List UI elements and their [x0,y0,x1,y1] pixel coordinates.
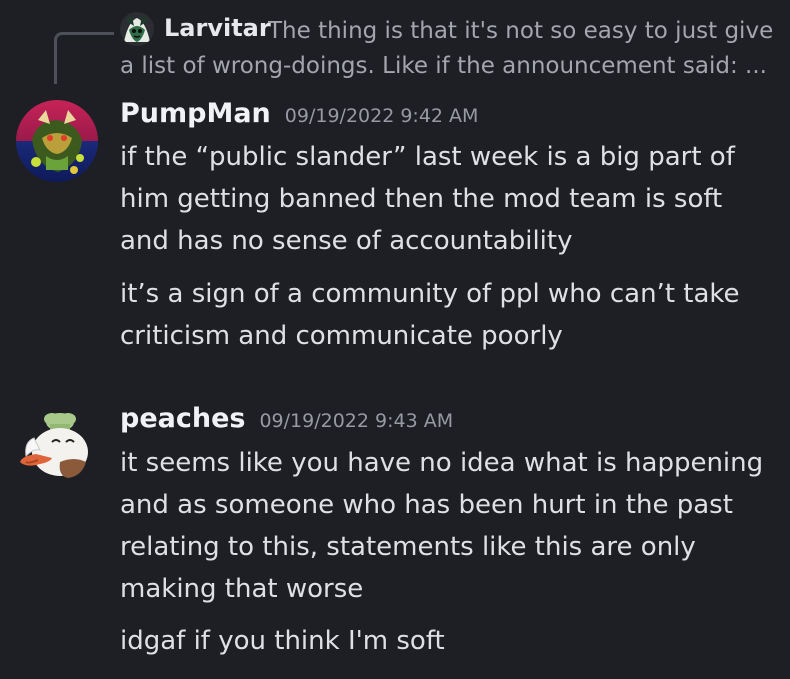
message-line: criticism and communicate poorly [120,321,563,351]
peaches-avatar[interactable] [16,404,98,486]
reply-text-line: The thing is that it's not so easy to ju… [268,18,774,44]
message-line: if the “public slander” last week is a b… [120,142,735,172]
message-line: and has no sense of accountability [120,226,573,256]
message-author-peaches[interactable]: peaches 09/19/2022 9:43 AM [120,403,453,434]
peaches-avatar-icon [16,404,98,486]
message-line: and as someone who has been hurt in the … [120,490,733,520]
message-body: it’s a sign of a community of ppl who ca… [120,273,785,357]
message-line: it seems like you have no idea what is h… [120,448,764,478]
message-body: it seems like you have no idea what is h… [120,442,785,610]
reply-text-line: a list of wrong-doings. Like if the anno… [120,53,767,79]
message-line: it’s a sign of a community of ppl who ca… [120,279,740,309]
pumpman-avatar-icon [16,100,98,182]
message-author-pumpman[interactable]: PumpMan 09/19/2022 9:42 AM [120,98,478,129]
author-name[interactable]: peaches [120,403,245,434]
message-line: making that worse [120,574,364,604]
message-line: him getting banned then the mod team is … [120,184,723,214]
message-body: if the “public slander” last week is a b… [120,136,785,262]
reply-spine [54,32,114,84]
message-timestamp[interactable]: 09/19/2022 9:42 AM [285,105,479,127]
message-line: relating to this, statements like this a… [120,532,696,562]
reply-preview-text[interactable]: The thing is that it's not so easy to ju… [120,14,785,84]
message-timestamp[interactable]: 09/19/2022 9:43 AM [259,410,453,432]
message-body: idgaf if you think I'm soft [120,620,785,662]
pumpman-avatar[interactable] [16,100,98,182]
author-name[interactable]: PumpMan [120,98,271,129]
message-line: idgaf if you think I'm soft [120,626,445,656]
